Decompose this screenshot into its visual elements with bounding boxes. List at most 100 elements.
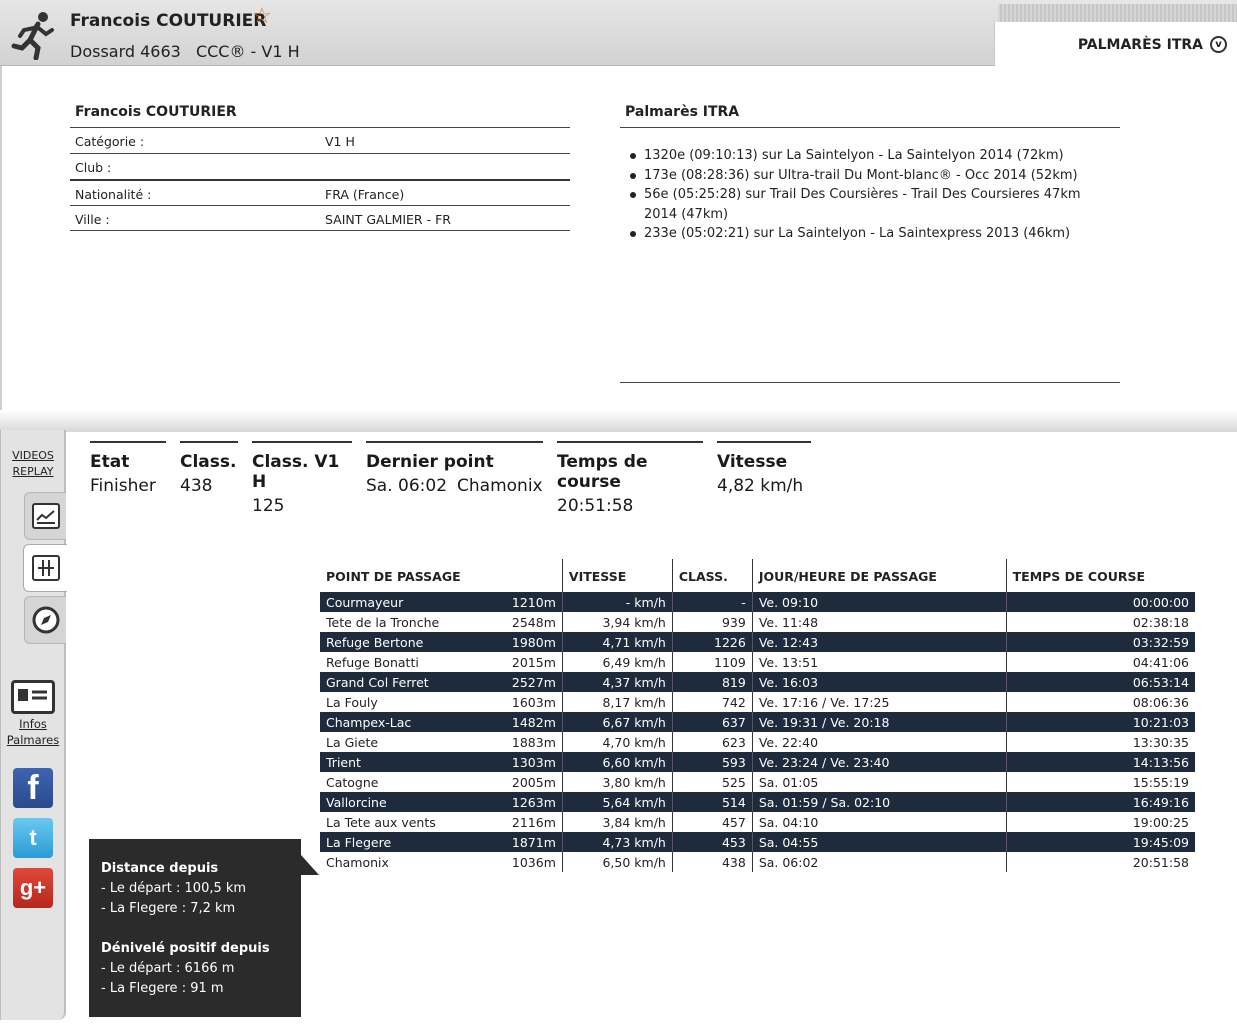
checkpoint-speed: 4,37 km/h: [561, 672, 673, 692]
checkpoint-rank: 457: [671, 812, 753, 832]
checkpoint-altitude: 2015m: [511, 654, 556, 670]
table-row[interactable]: La Fouly 1603m 8,17 km/h 742 Ve. 17:16 / Ve.…: [320, 692, 1195, 712]
tooltip-denivele-last: - La Flegere : 91 m: [101, 981, 224, 996]
checkpoint-altitude: 2527m: [505, 672, 563, 692]
checkpoint-altitude: 1482m: [505, 712, 563, 732]
checkpoint-rank: 1109: [671, 652, 753, 672]
table-row[interactable]: Courmayeur 1210m - km/h - Ve. 09:10 00:00:00: [320, 592, 1195, 612]
checkpoint-rank: 939: [671, 612, 753, 632]
videos-replay-link[interactable]: VIDEOS REPLAY: [7, 448, 59, 480]
facebook-icon[interactable]: f: [13, 768, 53, 808]
table-row[interactable]: Refuge Bonatti 2015m 6,49 km/h 1109 Ve. 13:5…: [320, 652, 1195, 672]
checkpoint-time-of-day: Sa. 01:05: [751, 772, 1007, 792]
palmares-itra-link[interactable]: PALMARÈS ITRA: [1078, 37, 1203, 53]
checkpoint-time-of-day: Ve. 19:31 / Ve. 20:18: [751, 712, 1007, 732]
table-row[interactable]: La Giete 1883m 4,70 km/h 623 Ve. 22:40 13:30:…: [320, 732, 1195, 752]
table-row[interactable]: Tete de la Tronche 2548m 3,94 km/h 939 Ve. 1…: [320, 612, 1195, 632]
checkpoint-race-time: 20:51:58: [1005, 852, 1195, 872]
chevron-down-icon[interactable]: v: [1210, 36, 1227, 53]
table-row[interactable]: Champex-Lac 1482m 6,67 km/h 637 Ve. 19:31 / …: [320, 712, 1195, 732]
column-header: POINT DE PASSAGE: [326, 569, 461, 584]
table-row[interactable]: Trient 1303m 6,60 km/h 593 Ve. 23:24 / Ve. 2…: [320, 752, 1195, 772]
table-row[interactable]: Vallorcine 1263m 5,64 km/h 514 Sa. 01:59 / S…: [320, 792, 1195, 812]
palmares-item: 56e (05:25:28) sur Trail Des Coursières …: [628, 185, 1098, 224]
info-row-city: Ville : SAINT GALMIER - FR: [70, 205, 570, 231]
checkpoint-time-of-day: Ve. 12:43: [751, 632, 1007, 652]
checkpoint-altitude: 2548m: [511, 614, 556, 630]
runner-name: Francois COUTURIER: [70, 11, 267, 31]
checkpoint-name: La Flegere: [320, 832, 506, 852]
table-view-button[interactable]: [23, 544, 67, 592]
table-row[interactable]: La Tete aux vents 2116m 3,84 km/h 457 Sa. 04…: [320, 812, 1195, 832]
stat-value: Finisher: [90, 476, 156, 496]
section-divider-band: [0, 410, 1237, 432]
favorite-star-icon[interactable]: ☆: [252, 6, 272, 28]
table-row[interactable]: Chamonix 1036m 6,50 km/h 438 Sa. 06:02 20:51:…: [320, 852, 1195, 872]
column-header: VITESSE: [561, 559, 673, 592]
checkpoint-race-time: 15:55:19: [1005, 772, 1195, 792]
stat-value: 438: [180, 476, 213, 496]
twitter-icon[interactable]: t: [13, 818, 53, 858]
checkpoint-race-time: 19:45:09: [1005, 832, 1195, 852]
distance-tooltip: Distance depuis - Le départ : 100,5 km -…: [89, 839, 301, 1017]
map-view-button[interactable]: [24, 596, 66, 644]
palmares-list: 1320e (09:10:13) sur La Saintelyon - La …: [628, 146, 1098, 244]
info-label: Ville :: [75, 212, 110, 227]
stat-label: Class.: [180, 452, 237, 472]
table-row[interactable]: Catogne 2005m 3,80 km/h 525 Sa. 01:05 15:55:1…: [320, 772, 1195, 792]
videos-link-line2[interactable]: REPLAY: [7, 464, 59, 480]
checkpoint-time-of-day: Sa. 04:10: [751, 812, 1007, 832]
checkpoint-race-time: 13:30:35: [1005, 732, 1195, 752]
infos-palmares-link[interactable]: Infos Palmares: [5, 716, 61, 748]
stat-temps-course: Temps de course 20:51:58: [557, 441, 703, 516]
checkpoint-rank: 514: [671, 792, 753, 812]
google-plus-icon[interactable]: g+: [13, 868, 53, 908]
checkpoint-rank: -: [671, 592, 753, 612]
info-label: Nationalité :: [75, 187, 152, 202]
runner-icon: [11, 12, 54, 60]
table-row[interactable]: Refuge Bertone 1980m 4,71 km/h 1226 Ve. 12:4…: [320, 632, 1195, 652]
info-label: Club :: [75, 160, 112, 175]
checkpoint-speed: 4,70 km/h: [561, 732, 673, 752]
checkpoint-time-of-day: Ve. 13:51: [751, 652, 1007, 672]
table-row[interactable]: La Flegere 1871m 4,73 km/h 453 Sa. 04:55 19:4…: [320, 832, 1195, 852]
infos-link-line2[interactable]: Palmares: [5, 732, 61, 748]
checkpoint-speed: 4,71 km/h: [561, 632, 673, 652]
checkpoint-altitude: 1980m: [505, 632, 563, 652]
stat-label: Vitesse: [717, 452, 788, 472]
checkpoint-time-of-day: Ve. 16:03: [751, 672, 1007, 692]
info-value: SAINT GALMIER - FR: [325, 212, 451, 227]
checkpoint-speed: 6,60 km/h: [561, 752, 673, 772]
checkpoint-name: Vallorcine: [320, 792, 506, 812]
splits-table: POINT DE PASSAGE VITESSE CLASS. JOUR/HEU…: [320, 559, 1195, 872]
info-label: Catégorie :: [75, 134, 145, 149]
checkpoint-speed: 6,67 km/h: [561, 712, 673, 732]
infos-link-line1[interactable]: Infos: [5, 716, 61, 732]
checkpoint-race-time: 16:49:16: [1005, 792, 1195, 812]
compass-icon: [32, 606, 59, 634]
checkpoint-name: La Fouly: [326, 694, 378, 710]
id-card-icon[interactable]: [11, 680, 55, 714]
checkpoint-altitude: 1263m: [505, 792, 563, 812]
tooltip-distance-title: Distance depuis: [101, 861, 219, 876]
checkpoint-race-time: 04:41:06: [1005, 652, 1195, 672]
chart-view-button[interactable]: [24, 492, 66, 540]
checkpoint-altitude: 2116m: [511, 814, 556, 830]
checkpoint-rank: 623: [671, 732, 753, 752]
checkpoint-rank: 819: [671, 672, 753, 692]
table-row[interactable]: Grand Col Ferret 2527m 4,37 km/h 819 Ve. 16:…: [320, 672, 1195, 692]
column-header: JOUR/HEURE DE PASSAGE: [751, 559, 1007, 592]
checkpoint-name: Tete de la Tronche: [326, 614, 440, 630]
checkpoint-speed: 4,73 km/h: [561, 832, 673, 852]
tab-palmares-itra[interactable]: PALMARÈS ITRA v: [994, 22, 1237, 66]
splits-body: Courmayeur 1210m - km/h - Ve. 09:10 00:00:00 …: [320, 592, 1195, 872]
checkpoint-altitude: 1036m: [511, 854, 556, 870]
stat-value: 125: [252, 496, 285, 516]
checkpoint-rank: 453: [671, 832, 753, 852]
videos-link-line1[interactable]: VIDEOS: [7, 448, 59, 464]
checkpoint-race-time: 08:06:36: [1005, 692, 1195, 712]
table-header-row: POINT DE PASSAGE VITESSE CLASS. JOUR/HEU…: [320, 559, 1195, 592]
palmares-item: 233e (05:02:21) sur La Saintelyon - La S…: [628, 224, 1098, 244]
checkpoint-speed: - km/h: [561, 592, 673, 612]
checkpoint-altitude: 1210m: [505, 592, 563, 612]
